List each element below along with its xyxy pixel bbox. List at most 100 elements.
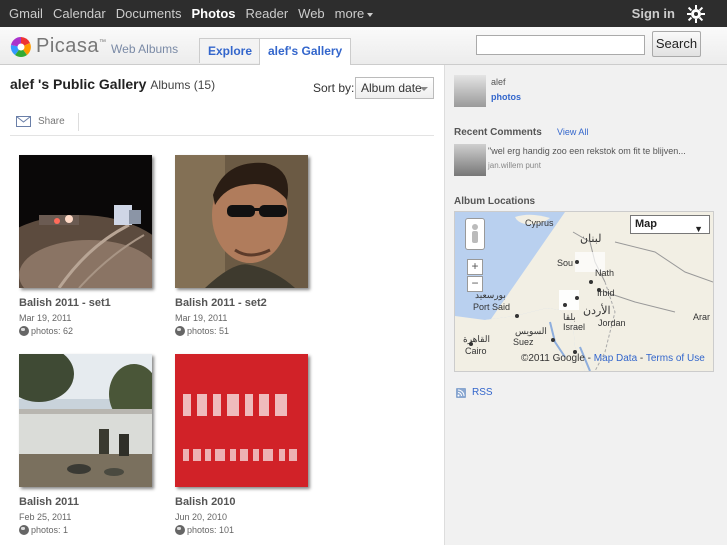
album-date: Jun 20, 2010 <box>175 512 228 522</box>
album-photos: photos: 51 <box>175 326 315 336</box>
album-card[interactable]: Balish 2010 Jun 20, 2010 photos: 101 <box>175 354 315 535</box>
nav-more[interactable]: more <box>335 6 374 21</box>
album-photo-count: photos: 51 <box>187 326 230 336</box>
album-locations-heading: Album Locations <box>454 196 536 207</box>
zoom-out-button[interactable]: − <box>467 276 483 292</box>
globe-icon <box>175 525 185 535</box>
album-card[interactable]: Balish 2011 - set2 Mar 19, 2011 photos: … <box>175 155 315 336</box>
album-title[interactable]: Balish 2011 <box>19 496 159 508</box>
rss-icon <box>456 387 466 398</box>
globe-icon <box>175 326 185 336</box>
owner-avatar[interactable] <box>454 75 486 107</box>
nav-web[interactable]: Web <box>298 6 325 21</box>
map-label-arabic: بلقا <box>563 312 576 322</box>
album-photos: photos: 1 <box>19 525 159 535</box>
search-input[interactable] <box>476 35 645 55</box>
map-label-arabic: لبنان <box>580 233 602 245</box>
map-copyright: ©2011 Google - Map Data - Terms of Use <box>521 353 705 364</box>
share-label: Share <box>38 116 65 127</box>
comment-user: jan.willem punt <box>488 161 541 170</box>
album-card[interactable]: Balish 2011 Feb 25, 2011 photos: 1 <box>19 354 159 535</box>
gallery-title: alef 's Public Gallery <box>10 76 147 92</box>
album-photo-count: photos: 62 <box>31 326 74 336</box>
nav-photos[interactable]: Photos <box>191 6 235 21</box>
portrait-image <box>175 155 308 288</box>
map-copyright-separator: - <box>584 353 594 364</box>
search-button[interactable]: Search <box>652 31 701 57</box>
camp-scene-image <box>19 354 152 487</box>
chevron-down-icon <box>420 87 428 91</box>
album-photos: photos: 101 <box>175 525 315 535</box>
toolbar-divider <box>78 113 79 131</box>
chevron-down-icon <box>367 12 374 17</box>
album-thumbnail[interactable] <box>175 155 308 288</box>
nav-reader[interactable]: Reader <box>246 6 289 21</box>
map-copyright-text: ©2011 Google <box>521 353 585 364</box>
zoom-in-button[interactable]: + <box>467 259 483 275</box>
map-label: Israel <box>563 322 586 332</box>
sort-select[interactable]: Album date <box>355 77 434 99</box>
nav-calendar[interactable]: Calendar <box>53 6 106 21</box>
map-label: Port Said <box>473 302 511 312</box>
sort-value: Album date <box>361 81 422 95</box>
album-title[interactable]: Balish 2011 - set1 <box>19 297 159 309</box>
red-sign-image <box>175 354 308 487</box>
google-nav: Gmail Calendar Documents Photos Reader W… <box>0 0 374 27</box>
album-photo-count: photos: 101 <box>187 525 235 535</box>
nav-gmail[interactable]: Gmail <box>9 6 43 21</box>
map-data-link[interactable]: Map Data <box>594 353 637 364</box>
map-label: Jordan <box>598 318 626 328</box>
view-all-link[interactable]: View All <box>557 127 588 137</box>
owner-photos-link[interactable]: photos <box>491 92 521 102</box>
map-label-arabic: القاهرة <box>463 334 490 344</box>
album-photos: photos: 62 <box>19 326 159 336</box>
logo-tm: ™ <box>99 39 107 46</box>
album-title[interactable]: Balish 2010 <box>175 496 315 508</box>
album-title[interactable]: Balish 2011 - set2 <box>175 297 315 309</box>
album-date: Feb 25, 2011 <box>19 512 72 522</box>
album-card[interactable]: Balish 2011 - set1 Mar 19, 2011 photos: … <box>19 155 159 336</box>
web-albums-label: Web Albums <box>111 41 179 56</box>
album-thumbnail[interactable] <box>19 354 152 487</box>
album-thumbnail[interactable] <box>175 354 308 487</box>
album-thumbnail[interactable] <box>19 155 152 288</box>
album-date: Mar 19, 2011 <box>19 313 72 323</box>
owner-name: alef <box>491 77 506 87</box>
album-date: Mar 19, 2011 <box>175 313 228 323</box>
tab-gallery[interactable]: alef's Gallery <box>259 38 352 65</box>
rss-label: RSS <box>472 387 493 398</box>
map-label: Nath <box>595 268 615 278</box>
sort-label: Sort by: <box>313 81 355 95</box>
street-view-pegman-icon[interactable] <box>465 218 485 250</box>
sign-in-link[interactable]: Sign in <box>632 6 675 21</box>
comment-thumbnail[interactable] <box>454 144 486 176</box>
map-label: Cairo <box>465 346 487 356</box>
globe-icon <box>19 525 29 535</box>
map-type-select[interactable]: Map ▼ <box>630 215 710 234</box>
rss-link[interactable]: RSS <box>456 387 493 398</box>
divider <box>10 135 434 136</box>
comment-text[interactable]: "wel erg handig zoo een rekstok om fit t… <box>488 146 686 156</box>
nav-documents[interactable]: Documents <box>116 6 182 21</box>
map-label-arabic: الأردن <box>583 305 611 317</box>
recent-comments-heading: Recent Comments <box>454 127 542 138</box>
map-label: Suez <box>513 337 534 347</box>
gear-icon[interactable] <box>687 5 705 23</box>
map-label: Cyprus <box>525 218 554 228</box>
map-label: Irbid <box>597 288 615 298</box>
page-title: alef 's Public Gallery Albums (15) <box>10 76 215 92</box>
map-type-label: Map <box>635 218 657 230</box>
tab-explore[interactable]: Explore <box>199 38 262 63</box>
sidebar: alef photos Recent Comments View All "we… <box>444 65 727 545</box>
chevron-down-icon: ▼ <box>694 224 703 234</box>
map-label: Sou <box>557 258 574 268</box>
google-bar: Gmail Calendar Documents Photos Reader W… <box>0 0 727 27</box>
globe-icon <box>19 326 29 336</box>
album-locations-map[interactable]: Cyprus لبنان Sou Nath Irbid بورسعيد Port… <box>454 211 714 372</box>
envelope-icon <box>16 116 31 127</box>
nav-more-label: more <box>334 6 365 21</box>
picasa-logo[interactable]: Picasa ™ Web Albums <box>10 35 178 58</box>
map-copyright-separator: - <box>637 353 646 364</box>
share-button[interactable]: Share <box>16 116 65 127</box>
terms-of-use-link[interactable]: Terms of Use <box>646 353 705 364</box>
